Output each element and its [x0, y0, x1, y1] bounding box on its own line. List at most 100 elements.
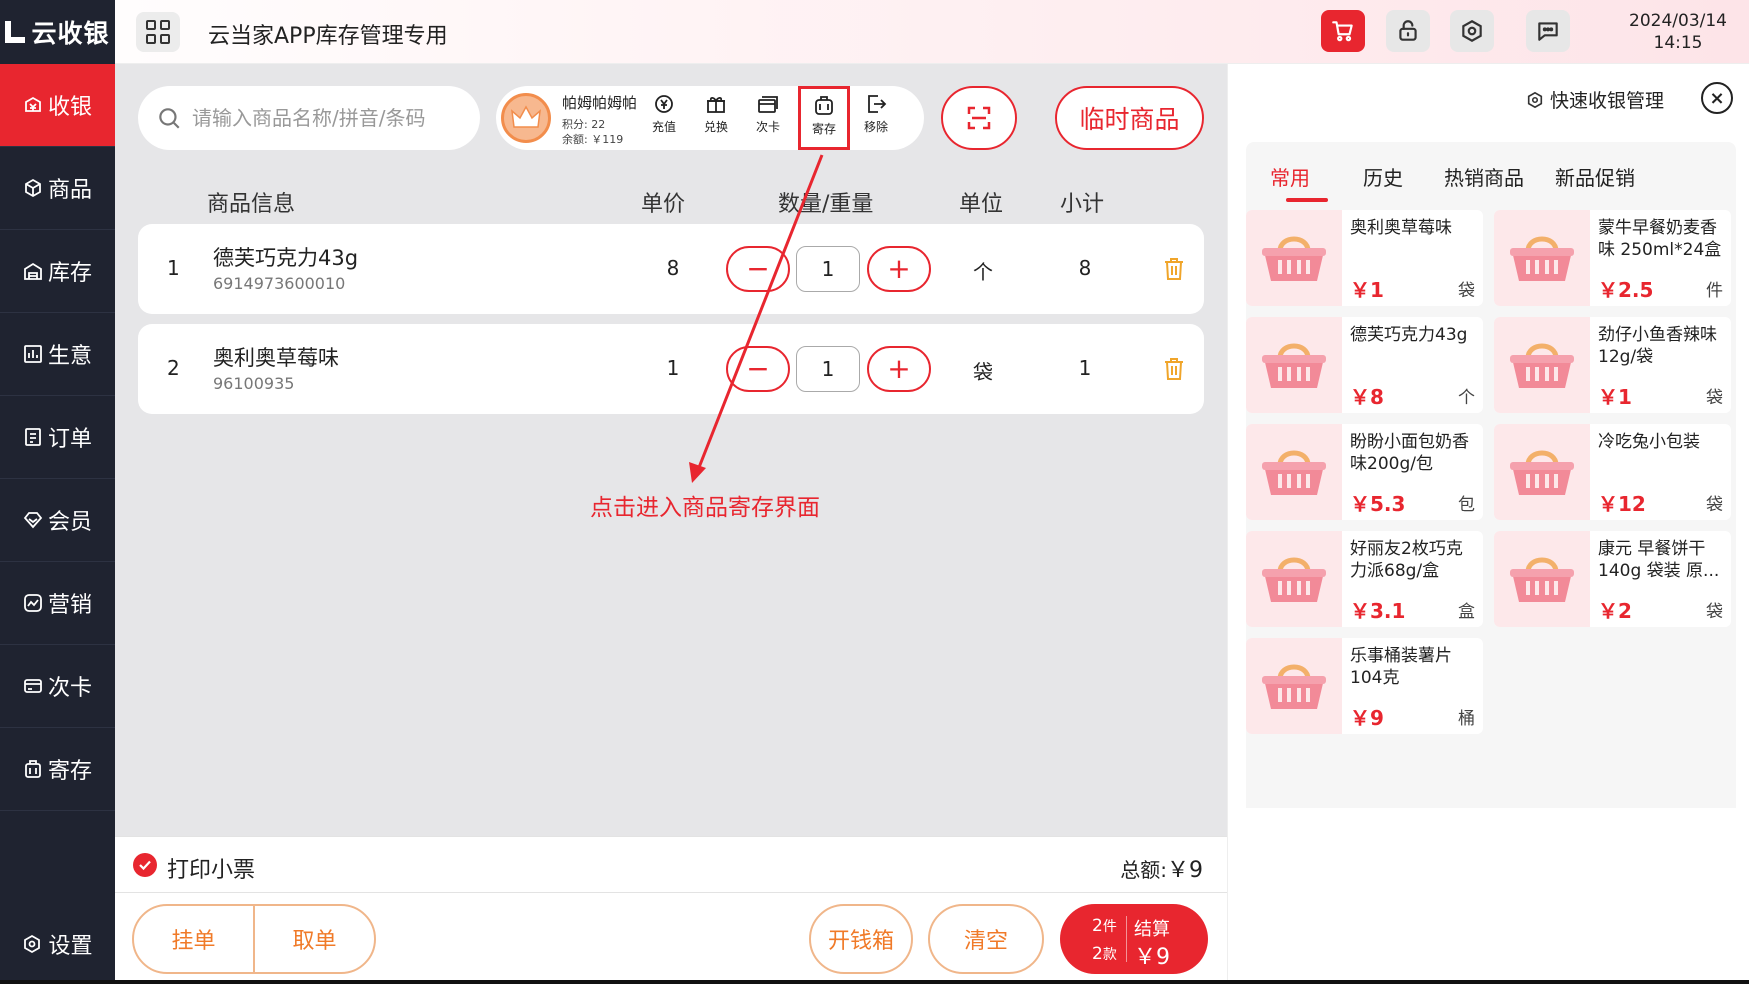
- increase-qty-button[interactable]: +: [867, 246, 931, 292]
- sidebar-item-settings[interactable]: 设置: [0, 904, 115, 984]
- product-card[interactable]: 德芙巧克力43g ￥8 个: [1246, 317, 1483, 413]
- times-card-button[interactable]: 次卡: [744, 92, 792, 144]
- tab-new-promo[interactable]: 新品促销: [1555, 162, 1635, 191]
- product-image: [1494, 317, 1590, 413]
- sidebar-item-label: 生意: [47, 344, 92, 369]
- close-panel-button[interactable]: ×: [1701, 82, 1733, 114]
- recharge-icon: [655, 95, 673, 113]
- product-image: [1246, 317, 1342, 413]
- product-card-name: 德芙巧克力43g: [1350, 325, 1468, 345]
- quick-manage-link[interactable]: 快速收银管理: [1526, 86, 1664, 113]
- remove-member-button[interactable]: 移除: [852, 92, 900, 144]
- cards-icon: [758, 96, 778, 113]
- search-bar[interactable]: [138, 86, 480, 150]
- chart-icon: [24, 345, 42, 363]
- retrieve-order-button[interactable]: 取单: [253, 906, 374, 972]
- product-card-unit: 个: [1458, 388, 1475, 408]
- temporary-goods-button[interactable]: 临时商品: [1055, 86, 1204, 150]
- sidebar-item-storage[interactable]: 寄存: [0, 728, 115, 811]
- product-card[interactable]: 冷吃兔小包装 ￥12 袋: [1494, 424, 1731, 520]
- product-card-unit: 袋: [1706, 388, 1723, 408]
- recharge-button[interactable]: 充值: [640, 92, 688, 144]
- product-card-name: 蒙牛早餐奶麦香味 250ml*24盒: [1598, 218, 1722, 260]
- decrease-qty-button[interactable]: −: [726, 246, 790, 292]
- open-cash-drawer-button[interactable]: 开钱箱: [809, 904, 913, 974]
- quantity-input[interactable]: 1: [796, 246, 860, 292]
- cashier-icon: [25, 96, 41, 112]
- table-row[interactable]: 1 德芙巧克力43g 6914973600010 8 − 1 + 个 8: [138, 224, 1204, 314]
- tab-common[interactable]: 常用: [1270, 162, 1310, 191]
- product-card[interactable]: 康元 早餐饼干140g 袋装 原... ￥2 袋: [1494, 531, 1731, 627]
- print-checkbox[interactable]: [133, 853, 157, 877]
- product-card-unit: 件: [1706, 281, 1723, 301]
- unlock-button[interactable]: [1386, 10, 1430, 52]
- product-card[interactable]: 劲仔小鱼香辣味12g/袋 ￥1 袋: [1494, 317, 1731, 413]
- top-bar: 云收银 云当家APP库存管理专用 2024/03/14 14:15: [0, 0, 1749, 64]
- increase-qty-button[interactable]: +: [867, 346, 931, 392]
- close-icon: ×: [1709, 87, 1725, 109]
- scan-button[interactable]: [941, 86, 1017, 150]
- member-avatar: [501, 93, 551, 143]
- quick-products-panel: 快速收银管理 × 常用 历史 热销商品 新品促销 奥利奥草莓味 ￥1 袋蒙牛早餐奶麦…: [1227, 64, 1749, 984]
- column-header-subtotal: 小计: [1060, 192, 1105, 217]
- sidebar-item-cashier[interactable]: 收银: [0, 64, 115, 147]
- total-amount: ￥9: [1167, 858, 1203, 883]
- product-barcode: 96100935: [213, 374, 295, 393]
- cart-button[interactable]: [1321, 10, 1365, 52]
- sidebar-item-marketing[interactable]: 营销: [0, 562, 115, 645]
- message-icon: [1538, 22, 1558, 41]
- cart-main-area: [115, 64, 1227, 836]
- product-card-unit: 包: [1458, 495, 1475, 515]
- clear-cart-button[interactable]: 清空: [928, 904, 1044, 974]
- apps-menu-button[interactable]: [136, 12, 180, 52]
- storage-button[interactable]: 寄存: [798, 86, 850, 150]
- table-row[interactable]: 2 奥利奥草莓味 96100935 1 − 1 + 袋 1: [138, 324, 1204, 414]
- decrease-qty-button[interactable]: −: [726, 346, 790, 392]
- basket-icon: [1262, 236, 1326, 281]
- sidebar-item-members[interactable]: 会员: [0, 479, 115, 562]
- cart-icon: [1332, 21, 1353, 42]
- trash-icon[interactable]: [1163, 357, 1185, 381]
- sidebar-item-orders[interactable]: 订单: [0, 396, 115, 479]
- settings-button[interactable]: [1450, 10, 1494, 52]
- sidebar-item-label: 库存: [47, 261, 92, 286]
- product-card[interactable]: 乐事桶装薯片104克 ￥9 桶: [1246, 638, 1483, 734]
- message-button[interactable]: [1526, 10, 1570, 52]
- exchange-button[interactable]: 兑换: [692, 92, 740, 144]
- scan-icon: [967, 106, 991, 130]
- sidebar-item-goods[interactable]: 商品: [0, 147, 115, 230]
- sidebar-item-times-card[interactable]: 次卡: [0, 645, 115, 728]
- product-card-price: ￥1: [1598, 385, 1632, 409]
- checkout-button[interactable]: 2件 2款 结算 ￥9: [1060, 904, 1208, 974]
- product-card[interactable]: 盼盼小面包奶香味200g/包 ￥5.3 包: [1246, 424, 1483, 520]
- sidebar-item-label: 收银: [47, 95, 92, 120]
- product-card-unit: 袋: [1706, 495, 1723, 515]
- tab-history[interactable]: 历史: [1363, 162, 1403, 191]
- gift-icon: [707, 96, 725, 113]
- trash-icon[interactable]: [1163, 257, 1185, 281]
- product-card-name: 冷吃兔小包装: [1598, 432, 1700, 452]
- product-card[interactable]: 好丽友2枚巧克力派68g/盒 ￥3.1 盒: [1246, 531, 1483, 627]
- sidebar-item-business[interactable]: 生意: [0, 313, 115, 396]
- tab-hot-sale[interactable]: 热销商品: [1444, 162, 1524, 191]
- app-logo: 云收银: [0, 0, 115, 64]
- hold-order-button[interactable]: 挂单: [134, 906, 253, 972]
- sidebar-item-label: 商品: [47, 178, 92, 203]
- product-name: 奥利奥草莓味: [213, 346, 339, 370]
- action-label: 次卡: [755, 120, 780, 134]
- member-card[interactable]: 帕姆帕姆帕 积分: 22 余额: ￥119 充值 兑换 次卡 寄存 移除: [496, 86, 924, 150]
- card-icon: [24, 679, 42, 693]
- row-index: 2: [167, 356, 180, 380]
- sidebar-item-label: 会员: [47, 510, 92, 535]
- member-points: 积分: 22: [562, 118, 606, 131]
- logo-text: 云收银: [31, 19, 110, 48]
- quantity-input[interactable]: 1: [796, 346, 860, 392]
- product-card[interactable]: 蒙牛早餐奶麦香味 250ml*24盒 ￥2.5 件: [1494, 210, 1731, 306]
- product-card[interactable]: 奥利奥草莓味 ￥1 袋: [1246, 210, 1483, 306]
- search-input[interactable]: [192, 106, 452, 130]
- total-label: 总额:: [1120, 858, 1167, 882]
- sidebar-item-inventory[interactable]: 库存: [0, 230, 115, 313]
- item-count: 2件: [1092, 916, 1117, 936]
- checkout-label: 结算: [1134, 919, 1170, 940]
- unit-price: 8: [666, 256, 680, 280]
